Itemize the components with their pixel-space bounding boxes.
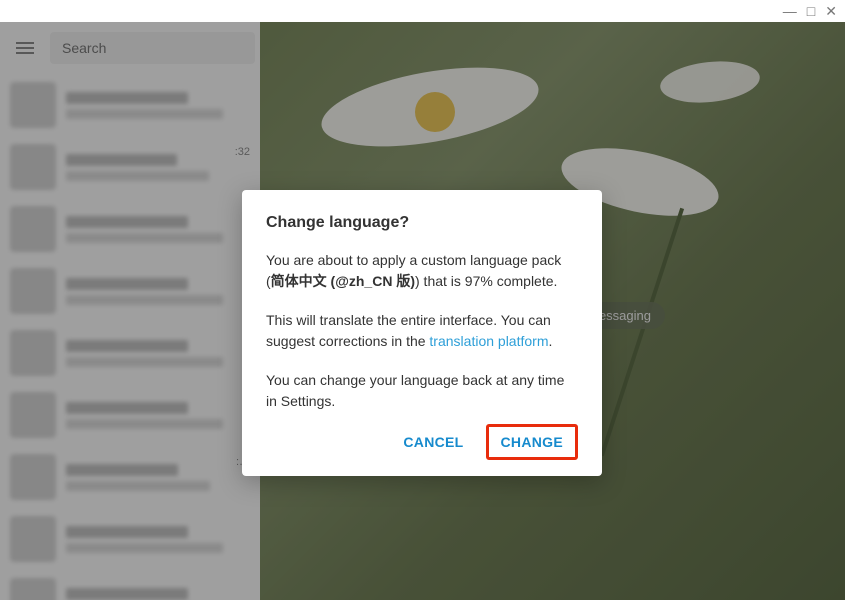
change-language-dialog: Change language? You are about to apply … (242, 190, 602, 476)
cancel-button[interactable]: CANCEL (389, 424, 477, 460)
dialog-body-3: You can change your language back at any… (266, 370, 578, 412)
window-close-button[interactable]: ✕ (825, 4, 837, 18)
change-button[interactable]: CHANGE (486, 424, 578, 460)
dialog-body-1: You are about to apply a custom language… (266, 250, 578, 292)
window-maximize-button[interactable]: □ (807, 4, 815, 18)
window-titlebar: — □ ✕ (0, 0, 845, 22)
translation-platform-link[interactable]: translation platform (429, 333, 548, 349)
window-minimize-button[interactable]: — (783, 4, 797, 18)
dialog-body-2: This will translate the entire interface… (266, 310, 578, 352)
dialog-title: Change language? (266, 214, 578, 232)
